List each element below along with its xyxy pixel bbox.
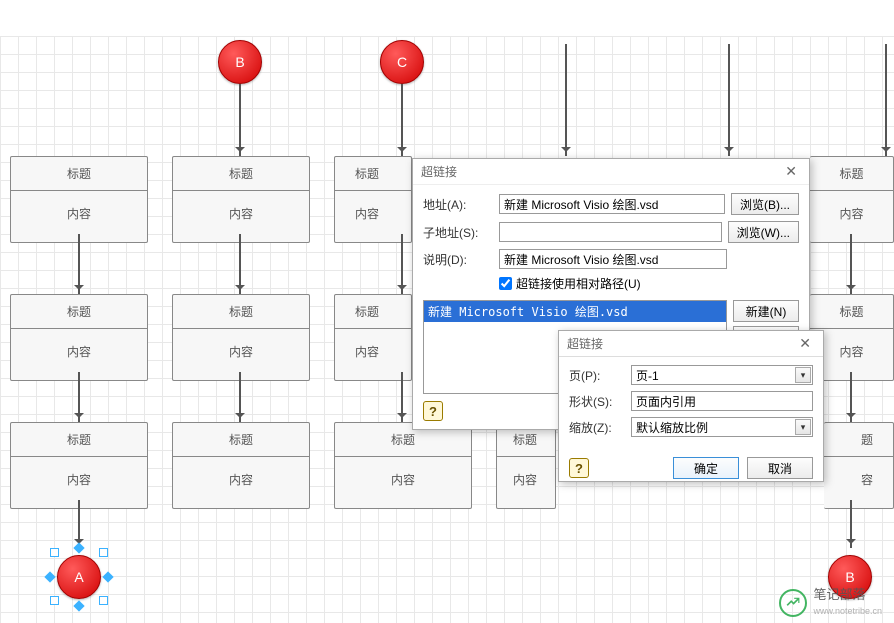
- arrow: [850, 372, 852, 422]
- flow-card[interactable]: 标题内容: [10, 294, 148, 381]
- card-body: 内容: [335, 329, 411, 380]
- watermark-icon: [779, 589, 807, 617]
- subaddress-label: 子地址(S):: [423, 224, 493, 241]
- arrow: [401, 84, 403, 156]
- zoom-label: 缩放(Z):: [569, 419, 625, 436]
- card-title: 标题: [810, 157, 893, 191]
- arrow: [239, 372, 241, 422]
- address-input[interactable]: [499, 194, 725, 214]
- arrow: [401, 372, 403, 422]
- new-button[interactable]: 新建(N): [733, 300, 799, 322]
- cancel-button[interactable]: 取消: [747, 457, 813, 479]
- close-icon[interactable]: ✕: [795, 335, 815, 352]
- shape-label: 形状(S):: [569, 393, 625, 410]
- card-title: 标题: [335, 157, 411, 191]
- selection-handle[interactable]: [50, 596, 59, 605]
- card-title: 标题: [11, 157, 147, 191]
- zoom-select[interactable]: [631, 417, 813, 437]
- flow-card[interactable]: 标题内容: [496, 422, 556, 509]
- page-select[interactable]: [631, 365, 813, 385]
- card-title: 标题: [173, 157, 309, 191]
- help-icon[interactable]: ?: [569, 458, 589, 478]
- ok-button[interactable]: 确定: [673, 457, 739, 479]
- card-title: 题: [824, 423, 893, 457]
- close-icon[interactable]: ✕: [781, 163, 801, 180]
- arrow: [565, 44, 567, 156]
- watermark-name: 笔记部落: [813, 588, 882, 602]
- flow-card[interactable]: 标题内容: [10, 422, 148, 509]
- arrow: [239, 234, 241, 294]
- flow-card[interactable]: 标题内容: [172, 422, 310, 509]
- node-label: A: [74, 569, 83, 585]
- arrow: [401, 234, 403, 294]
- node-circle-a[interactable]: A: [57, 555, 101, 599]
- card-title: 标题: [335, 295, 411, 329]
- watermark-url: www.notetribe.cn: [813, 606, 882, 616]
- browse-w-button[interactable]: 浏览(W)...: [728, 221, 799, 243]
- card-body: 内容: [335, 191, 411, 242]
- flow-card[interactable]: 标题内容: [172, 156, 310, 243]
- flow-card[interactable]: 标题内容: [10, 156, 148, 243]
- selection-handle[interactable]: [99, 596, 108, 605]
- flow-card[interactable]: 标题内容: [810, 156, 894, 243]
- arrow: [850, 234, 852, 294]
- card-title: 标题: [11, 295, 147, 329]
- page-label: 页(P):: [569, 367, 625, 384]
- flow-card[interactable]: 标题内容: [334, 422, 472, 509]
- dialog-title-text: 超链接: [567, 335, 603, 352]
- arrow: [885, 44, 887, 156]
- relative-path-label: 超链接使用相对路径(U): [516, 275, 641, 292]
- browse-b-button[interactable]: 浏览(B)...: [731, 193, 799, 215]
- card-title: 标题: [173, 423, 309, 457]
- card-body: 内容: [173, 191, 309, 242]
- card-title: 标题: [810, 295, 893, 329]
- shape-input[interactable]: [631, 391, 813, 411]
- node-label: C: [397, 54, 407, 70]
- flow-card[interactable]: 标题内容: [334, 156, 412, 243]
- watermark: 笔记部落 www.notetribe.cn: [779, 588, 882, 617]
- address-label: 地址(A):: [423, 196, 493, 213]
- hyperlink-sub-dialog: 超链接 ✕ 页(P): ▾ 形状(S): 缩放(Z): ▾ ? 确定 取消: [558, 330, 824, 482]
- dialog-titlebar[interactable]: 超链接 ✕: [559, 331, 823, 357]
- node-circle-b[interactable]: B: [218, 40, 262, 84]
- dialog-title-text: 超链接: [421, 163, 457, 180]
- selection-handle[interactable]: [50, 548, 59, 557]
- subaddress-input[interactable]: [499, 222, 722, 242]
- card-body: 内容: [497, 457, 555, 508]
- arrow: [728, 44, 730, 156]
- card-body: 容: [824, 457, 893, 508]
- description-label: 说明(D):: [423, 251, 493, 268]
- card-body: 内容: [173, 329, 309, 380]
- card-title: 标题: [173, 295, 309, 329]
- arrow: [78, 500, 80, 548]
- arrow: [239, 84, 241, 156]
- card-body: 内容: [173, 457, 309, 508]
- arrow: [78, 372, 80, 422]
- arrow: [850, 500, 852, 548]
- dialog-titlebar[interactable]: 超链接 ✕: [413, 159, 809, 185]
- node-label: B: [845, 569, 854, 585]
- node-label: B: [235, 54, 244, 70]
- help-icon[interactable]: ?: [423, 401, 443, 421]
- arrow: [78, 234, 80, 294]
- node-circle-c[interactable]: C: [380, 40, 424, 84]
- flow-card[interactable]: 标题内容: [334, 294, 412, 381]
- flow-card[interactable]: 标题内容: [172, 294, 310, 381]
- list-item[interactable]: 新建 Microsoft Visio 绘图.vsd: [424, 301, 726, 322]
- relative-path-checkbox[interactable]: [499, 277, 512, 290]
- flow-card[interactable]: 题容: [824, 422, 894, 509]
- description-input[interactable]: [499, 249, 727, 269]
- card-title: 标题: [11, 423, 147, 457]
- selection-handle[interactable]: [99, 548, 108, 557]
- card-body: 内容: [335, 457, 471, 508]
